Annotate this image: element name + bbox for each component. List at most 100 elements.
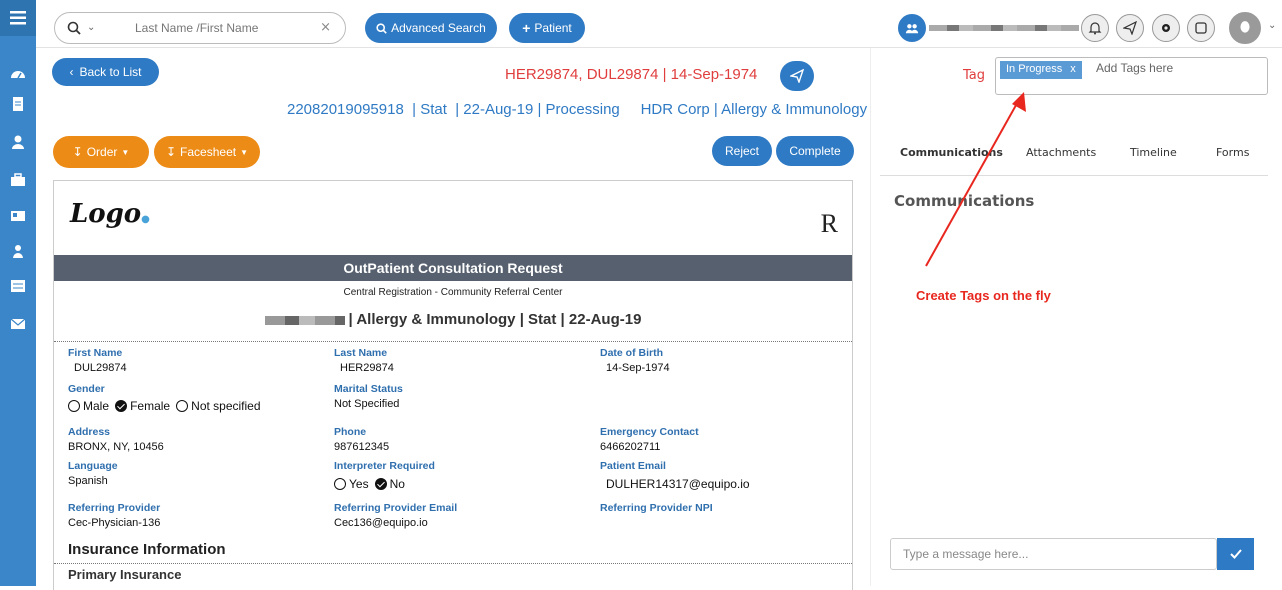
patient-email-label: Patient Email <box>600 460 666 472</box>
reject-button[interactable]: Reject <box>712 136 772 166</box>
consultation-document: Logo● R OutPatient Consultation Request … <box>53 180 853 590</box>
facesheet-label: Facesheet <box>180 145 237 159</box>
logo: Logo● <box>70 199 150 229</box>
caret-down-icon: ▼ <box>240 147 249 157</box>
phone-label: Phone <box>334 426 367 438</box>
download-icon: ↧ <box>72 145 83 159</box>
top-bar: ⌄ Last Name /First Name × Advanced Searc… <box>36 0 1282 48</box>
clear-icon[interactable]: × <box>320 20 331 35</box>
tab-timeline[interactable]: Timeline <box>1130 146 1177 159</box>
users-icon[interactable] <box>8 244 28 260</box>
send-button[interactable] <box>780 61 814 91</box>
tag-placeholder: Add Tags here <box>1096 61 1174 75</box>
first-name-label: First Name <box>68 347 123 359</box>
referring-email-value: Cec136@equipo.io <box>334 517 428 529</box>
advanced-search-label: Advanced Search <box>391 21 486 35</box>
window-icon[interactable] <box>1187 14 1215 42</box>
gear-icon[interactable] <box>1152 14 1180 42</box>
complete-button[interactable]: Complete <box>776 136 854 166</box>
address-label: Address <box>68 426 111 438</box>
tag-remove-icon[interactable]: x <box>1070 63 1076 77</box>
message-input[interactable]: Type a message here... <box>890 538 1217 570</box>
user-icon[interactable] <box>8 134 28 150</box>
check-icon <box>1229 549 1242 559</box>
address-value: BRONX, NY, 10456 <box>68 441 164 453</box>
search-icon <box>67 21 81 35</box>
r-mark: R <box>820 209 838 238</box>
team-icon[interactable] <box>898 14 926 42</box>
briefcase-icon[interactable] <box>8 172 28 188</box>
tab-forms[interactable]: Forms <box>1216 146 1249 159</box>
order-button[interactable]: ↧ Order ▼ <box>53 136 149 168</box>
dob-label: Date of Birth <box>600 347 663 359</box>
avatar[interactable] <box>1229 12 1261 44</box>
paper-plane-icon <box>790 69 804 83</box>
document-subtitle: Central Registration - Community Referra… <box>343 287 563 298</box>
last-name-value: HER29874 <box>340 362 394 374</box>
divider <box>54 563 852 564</box>
radio-yes[interactable] <box>334 478 346 490</box>
download-icon: ↧ <box>165 145 177 159</box>
tag-chip: In Progress x <box>1000 61 1082 79</box>
gender-radio-group[interactable]: Male Female Not specified <box>68 399 264 413</box>
facesheet-button[interactable]: ↧ Facesheet ▼ <box>154 136 260 168</box>
message-send-button[interactable] <box>1217 538 1254 570</box>
referring-npi-label: Referring Provider NPI <box>600 502 713 514</box>
back-to-list-button[interactable]: ‹ Back to List <box>52 58 159 86</box>
language-label: Language <box>68 460 118 472</box>
left-nav-rail <box>0 0 36 586</box>
document-icon[interactable] <box>8 96 28 112</box>
annotation-text: Create Tags on the fly <box>916 288 1051 303</box>
order-label: Order <box>86 145 118 159</box>
insurance-title: Insurance Information <box>68 541 226 558</box>
marital-status-label: Marital Status <box>334 383 403 395</box>
id-card-icon[interactable] <box>8 208 28 224</box>
annotation-arrow <box>925 92 1026 267</box>
emergency-contact-value: 6466202711 <box>600 441 661 453</box>
bell-icon[interactable] <box>1081 14 1109 42</box>
radio-not-specified[interactable] <box>176 400 189 412</box>
radio-no[interactable] <box>374 478 387 490</box>
search-placeholder: Last Name /First Name <box>135 21 259 35</box>
language-value: Spanish <box>68 475 108 487</box>
search-icon <box>376 22 387 34</box>
interpreter-label: Interpreter Required <box>334 460 435 472</box>
chevron-down-icon[interactable]: ⌄ <box>1268 20 1276 31</box>
add-patient-label: Patient <box>534 21 572 35</box>
tag-label: Tag <box>963 68 986 83</box>
chevron-left-icon: ‹ <box>69 65 74 79</box>
advanced-search-button[interactable]: Advanced Search <box>365 13 497 43</box>
gender-label: Gender <box>68 383 105 395</box>
back-label: Back to List <box>79 65 142 79</box>
chevron-down-icon[interactable]: ⌄ <box>87 22 95 33</box>
interpreter-radio-group[interactable]: Yes No <box>334 477 408 491</box>
redacted-block <box>264 315 345 325</box>
referring-provider-label: Referring Provider <box>68 502 161 514</box>
tag-chip-text: In Progress <box>1006 63 1063 75</box>
mail-icon[interactable] <box>8 316 28 332</box>
patient-search-input[interactable]: ⌄ Last Name /First Name × <box>54 12 346 44</box>
add-patient-button[interactable]: + Patient <box>509 13 585 43</box>
paper-plane-icon[interactable] <box>1116 14 1144 42</box>
referring-provider-value: Cec-Physician-136 <box>68 517 161 529</box>
document-title: OutPatient Consultation Request <box>54 255 852 281</box>
primary-insurance-title: Primary Insurance <box>68 567 182 582</box>
referring-email-label: Referring Provider Email <box>334 502 458 514</box>
menu-icon[interactable] <box>0 0 36 36</box>
panel-divider <box>870 48 871 586</box>
first-name-value: DUL29874 <box>74 362 127 374</box>
marital-status-value: Not Specified <box>334 398 400 410</box>
dashboard-icon[interactable] <box>8 66 28 82</box>
phone-value: 987612345 <box>334 441 390 453</box>
patient-email-value: DULHER14317@equipo.io <box>606 477 750 491</box>
list-icon[interactable] <box>8 278 28 294</box>
radio-female[interactable] <box>115 400 128 412</box>
dob-value: 14-Sep-1974 <box>606 362 670 374</box>
emergency-contact-label: Emergency Contact <box>600 426 699 438</box>
redacted-user-name <box>929 25 1079 31</box>
last-name-label: Last Name <box>334 347 388 359</box>
caret-down-icon: ▼ <box>121 147 130 157</box>
message-placeholder: Type a message here... <box>903 547 1029 561</box>
radio-male[interactable] <box>68 400 80 412</box>
divider <box>54 341 852 342</box>
